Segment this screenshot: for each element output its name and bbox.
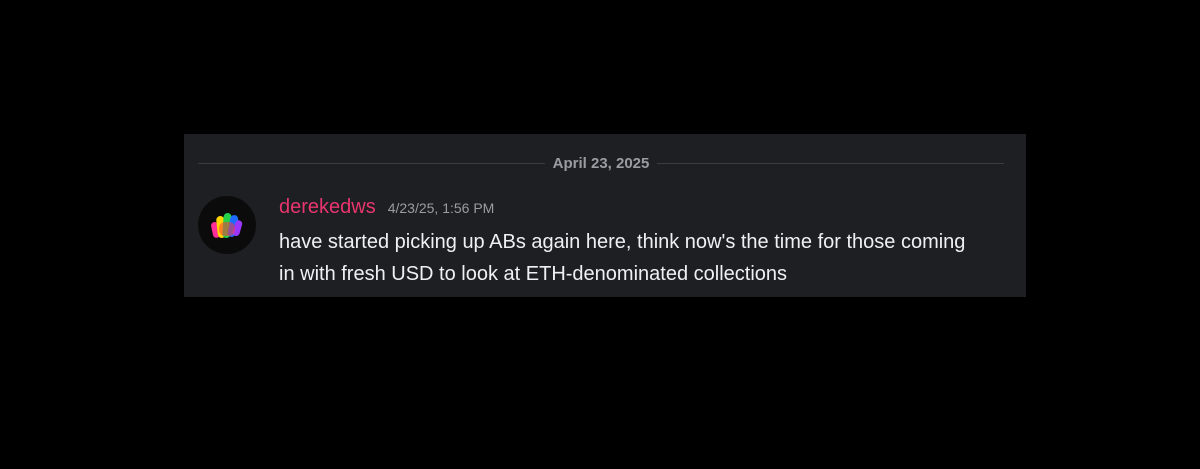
- message-text: have started picking up ABs again here, …: [279, 231, 966, 285]
- message-card: April 23, 2025 derekedws 4/23/25, 1:56 P…: [184, 134, 1026, 297]
- date-divider: April 23, 2025: [198, 153, 1005, 173]
- rainbow-brush-icon: [211, 213, 243, 238]
- date-divider-label: April 23, 2025: [552, 154, 650, 172]
- divider-line-right: [657, 162, 1005, 164]
- username[interactable]: derekedws: [279, 196, 376, 219]
- message-header: derekedws 4/23/25, 1:56 PM: [279, 196, 1006, 224]
- timestamp[interactable]: 4/23/25, 1:56 PM: [388, 200, 495, 216]
- divider-line-left: [198, 162, 545, 164]
- avatar[interactable]: [198, 196, 256, 254]
- message-content: derekedws 4/23/25, 1:56 PM have started …: [279, 196, 1006, 290]
